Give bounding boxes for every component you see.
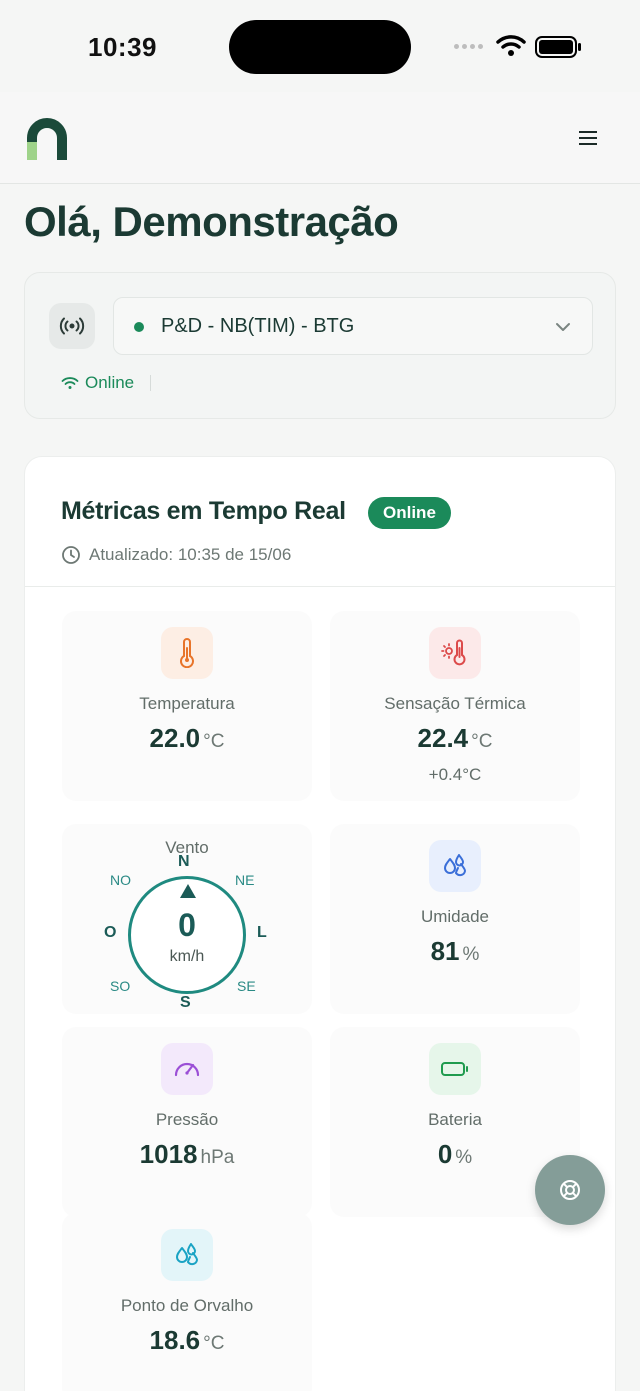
- droplets-icon: [429, 840, 481, 892]
- metric-wind: Vento 0 km/h N NE L SE S SO O NO: [62, 824, 312, 1014]
- metric-humidity: Umidade 81%: [330, 824, 580, 1014]
- signal-icon: [454, 44, 483, 49]
- metric-unit: hPa: [200, 1147, 235, 1168]
- compass-dial: 0 km/h: [128, 876, 246, 994]
- status-time: 10:39: [88, 32, 157, 62]
- help-button[interactable]: [535, 1155, 605, 1225]
- dynamic-island: [229, 20, 411, 74]
- device-status: Online: [61, 373, 152, 393]
- metric-feels-like: Sensação Térmica 22.4 °C +0.4°C: [330, 611, 580, 801]
- compass-east: L: [257, 924, 267, 941]
- metric-number: 0: [437, 1139, 453, 1169]
- metric-number: 0: [178, 907, 196, 943]
- metrics-title: Métricas em Tempo Real: [61, 497, 346, 525]
- metric-unit: %: [455, 1147, 473, 1168]
- clock-icon: [62, 546, 80, 564]
- metric-label: Umidade: [420, 907, 490, 926]
- device-select-value: P&D - NB(TIM) - BTG: [161, 315, 355, 337]
- compass-northeast: NE: [235, 872, 255, 888]
- metric-unit: °C: [471, 731, 493, 752]
- compass-south: S: [180, 994, 191, 1011]
- metric-label: Temperatura: [139, 694, 235, 713]
- droplets-icon: [161, 1229, 213, 1281]
- metric-value: 81%: [330, 936, 580, 967]
- life-buoy-icon: [560, 1180, 580, 1200]
- device-status-label: Online: [85, 373, 135, 392]
- compass-southwest: SO: [110, 978, 131, 994]
- metric-pressure: Pressão 1018 hPa: [62, 1027, 312, 1217]
- metric-unit: km/h: [169, 948, 205, 965]
- metric-unit: °C: [203, 731, 225, 752]
- metric-value: 1018 hPa: [62, 1139, 312, 1170]
- metric-value: 22.0 °C: [62, 723, 312, 754]
- divider: [150, 375, 152, 391]
- thermometer-sun-icon: [429, 627, 481, 679]
- metric-number: 18.6: [149, 1325, 201, 1355]
- last-updated: Atualizado: 10:35 de 15/06: [61, 545, 291, 565]
- battery-status-icon: [535, 36, 581, 58]
- metric-value: 22.4 °C: [330, 723, 580, 754]
- online-dot: [134, 322, 144, 332]
- direction-arrow-icon: [180, 884, 196, 898]
- compass-southeast: SE: [237, 978, 256, 994]
- metric-delta: +0.4°C: [428, 765, 482, 784]
- chevron-down-icon: [556, 323, 570, 331]
- page-title: Olá, Demonstração: [24, 198, 399, 245]
- menu-button[interactable]: [570, 122, 606, 154]
- status-bar: 10:39: [0, 0, 640, 92]
- metric-label: Vento: [165, 838, 209, 857]
- thermometer-icon: [161, 627, 213, 679]
- metric-number: 81: [430, 936, 460, 966]
- metric-unit: %: [462, 944, 480, 965]
- scrolled-subtitle-remnant: [26, 178, 226, 186]
- metric-unit: °C: [203, 1333, 225, 1354]
- compass-northwest: NO: [110, 872, 131, 888]
- hamburger-menu-icon: [579, 131, 597, 145]
- metric-dew-point: Ponto de Orvalho 18.6 °C: [62, 1213, 312, 1391]
- battery-icon: [429, 1043, 481, 1095]
- metric-temperature: Temperatura 22.0 °C: [62, 611, 312, 801]
- device-card: P&D - NB(TIM) - BTG Online: [24, 272, 616, 419]
- metric-label: Sensação Térmica: [384, 694, 526, 713]
- metric-label: Bateria: [428, 1110, 482, 1129]
- metric-value: 0%: [330, 1139, 580, 1170]
- metric-number: 22.4: [417, 723, 469, 753]
- metric-label: Pressão: [155, 1110, 219, 1129]
- wifi-icon: [61, 377, 79, 389]
- last-updated-text: Atualizado: 10:35 de 15/06: [89, 545, 292, 564]
- compass-west: O: [104, 924, 117, 941]
- logo[interactable]: [24, 116, 70, 162]
- wifi-icon: [496, 35, 526, 56]
- broadcast-icon: [49, 303, 95, 349]
- device-select[interactable]: P&D - NB(TIM) - BTG: [113, 297, 593, 355]
- gauge-icon: [161, 1043, 213, 1095]
- metric-label: Ponto de Orvalho: [120, 1296, 254, 1315]
- metric-value: 18.6 °C: [62, 1325, 312, 1356]
- metric-number: 1018: [139, 1139, 198, 1169]
- status-badge: Online: [368, 497, 451, 529]
- app-header: [0, 92, 640, 184]
- metrics-header: Métricas em Tempo Real Online Atualizado…: [25, 457, 615, 587]
- metric-number: 22.0: [149, 723, 201, 753]
